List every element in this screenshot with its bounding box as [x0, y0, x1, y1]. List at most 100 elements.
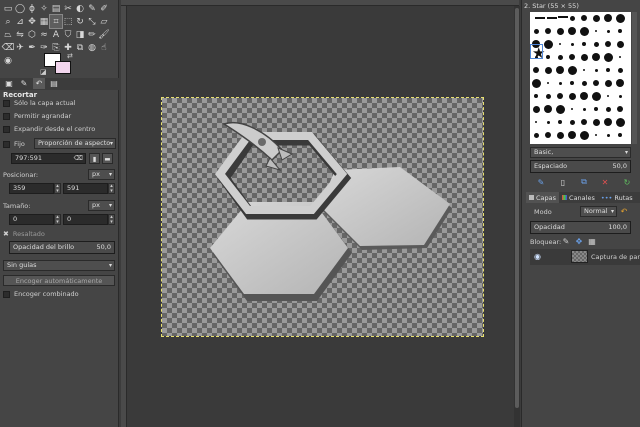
paintbrush-icon[interactable]: 🖌	[98, 28, 110, 41]
brush-preview[interactable]	[615, 13, 625, 23]
layer-mode-select[interactable]: Normal ▾	[580, 206, 617, 217]
aspect-ratio-field[interactable]: 797:591 ⌫	[11, 153, 86, 164]
brush-preview[interactable]	[618, 29, 622, 33]
size-h-field[interactable]: 0	[63, 214, 108, 225]
brush-preview[interactable]	[619, 56, 621, 58]
brush-preview[interactable]	[558, 81, 562, 85]
brush-preview[interactable]	[583, 69, 585, 71]
brush-preview[interactable]	[535, 17, 545, 19]
brush-preview[interactable]	[595, 134, 597, 136]
fixed-option[interactable]: Fijo	[3, 140, 25, 148]
unified-transform-icon[interactable]: ⬚	[62, 15, 74, 28]
swap-colors-icon[interactable]: ⇄	[67, 52, 73, 60]
brush-preview[interactable]	[581, 80, 587, 86]
brush-preview[interactable]	[618, 94, 622, 98]
brush-preview[interactable]	[607, 95, 609, 97]
shear-icon[interactable]: ▱	[98, 15, 110, 28]
scale-icon[interactable]: ⤡	[86, 15, 98, 28]
checked-x-icon[interactable]: ✖	[3, 230, 9, 238]
perspective-icon[interactable]: ⏢	[2, 28, 14, 41]
brush-preview[interactable]	[569, 15, 575, 21]
brush-preview[interactable]	[568, 131, 576, 139]
pencil-icon[interactable]: ✏	[86, 28, 98, 41]
horizontal-ruler[interactable]	[121, 0, 519, 6]
refresh-brushes-icon[interactable]: ↻	[622, 177, 632, 187]
brush-preview[interactable]	[555, 104, 565, 114]
brush-preview[interactable]	[533, 132, 539, 138]
brush-preview[interactable]	[570, 42, 574, 46]
brush-preview[interactable]	[605, 41, 611, 47]
brush-preview[interactable]	[605, 106, 611, 112]
lock-pixels-icon[interactable]: ✎	[561, 236, 571, 246]
vertical-ruler[interactable]	[121, 6, 127, 427]
brush-preview[interactable]	[581, 119, 587, 125]
brush-preview[interactable]	[546, 120, 550, 124]
brush-preview[interactable]	[532, 105, 540, 113]
brush-preview[interactable]	[618, 133, 622, 137]
paths-icon[interactable]: ✎	[86, 2, 98, 15]
brush-preview[interactable]	[569, 54, 575, 60]
brush-preview[interactable]	[579, 26, 589, 36]
fixed-mode-select[interactable]: Proporción de aspecto ▾	[34, 138, 116, 149]
gradient-icon[interactable]: ◨	[74, 28, 86, 41]
edit-brush-icon[interactable]: ✎	[536, 177, 546, 187]
image-canvas[interactable]	[161, 97, 484, 337]
brush-preview[interactable]	[617, 67, 623, 73]
brush-preview[interactable]	[570, 81, 574, 85]
checkbox[interactable]	[3, 99, 10, 107]
device-status-tab-icon[interactable]: ▣	[3, 78, 15, 89]
position-x-stepper[interactable]: ▴ ▾	[54, 183, 61, 194]
measure-icon[interactable]: ⊿	[14, 15, 26, 28]
brush-preview[interactable]	[546, 55, 550, 59]
tab-layers[interactable]: Capas	[526, 192, 560, 203]
bucket-fill-icon[interactable]: ⛉	[62, 28, 74, 41]
airbrush-icon[interactable]: ✈	[14, 41, 26, 54]
warp-icon[interactable]: ≈	[38, 28, 50, 41]
brush-preview[interactable]	[592, 14, 600, 22]
landscape-button[interactable]: ▬	[102, 153, 113, 164]
brush-preview[interactable]	[556, 131, 564, 139]
brush-preview[interactable]	[556, 66, 564, 74]
brush-preview[interactable]	[547, 82, 549, 84]
brush-preview[interactable]	[582, 42, 586, 46]
brush-preview[interactable]	[591, 91, 601, 101]
brush-preview[interactable]	[558, 120, 562, 124]
brush-preview[interactable]	[580, 53, 588, 61]
layer-name[interactable]: Captura de pantalla	[591, 253, 640, 261]
checkbox[interactable]	[3, 112, 10, 120]
brush-preview[interactable]	[616, 79, 624, 87]
shrink-merged-option[interactable]: Encoger combinado	[3, 290, 79, 298]
cage-icon[interactable]: ⬡	[26, 28, 38, 41]
perspective-clone-icon[interactable]: ⧉	[74, 41, 86, 54]
brush-preview[interactable]	[568, 92, 576, 100]
scissors-icon[interactable]: ✂	[62, 2, 74, 15]
align-icon[interactable]: ▦	[38, 15, 50, 28]
brush-preview[interactable]	[616, 40, 624, 48]
brush-preview[interactable]	[606, 29, 610, 33]
portrait-button[interactable]: ▮	[89, 153, 100, 164]
brush-preview[interactable]	[594, 107, 598, 111]
tool-options-tab-icon[interactable]: ✎	[18, 78, 30, 89]
size-unit-select[interactable]: px ▾	[88, 200, 115, 211]
brush-preview[interactable]	[545, 28, 551, 34]
tab-paths[interactable]: ••• Rutas	[598, 192, 636, 203]
brush-preview[interactable]	[531, 78, 541, 88]
new-brush-icon[interactable]: ▯	[558, 177, 568, 187]
lock-alpha-icon[interactable]: ▦	[587, 236, 597, 246]
brush-preview[interactable]	[568, 27, 576, 35]
eraser-icon[interactable]: ⌫	[2, 41, 15, 54]
rotate-icon[interactable]: ↻	[74, 15, 86, 28]
ellipse-select-icon[interactable]: ◯	[14, 2, 26, 15]
position-y-stepper[interactable]: ▴ ▾	[108, 183, 115, 194]
brush-preview[interactable]	[557, 54, 563, 60]
background-color-swatch[interactable]	[55, 61, 71, 74]
ink-icon[interactable]: ✒	[26, 41, 38, 54]
guides-select[interactable]: Sin guías ▾	[3, 260, 115, 271]
brush-preview[interactable]	[592, 118, 600, 126]
checkbox[interactable]	[3, 140, 10, 148]
free-select-icon[interactable]: ϕ	[26, 2, 38, 15]
brushes-grid[interactable]: ★	[530, 12, 631, 144]
mode-reset-icon[interactable]: ↶	[619, 206, 629, 216]
brush-preview[interactable]	[569, 119, 575, 125]
brush-preview[interactable]	[606, 133, 610, 137]
